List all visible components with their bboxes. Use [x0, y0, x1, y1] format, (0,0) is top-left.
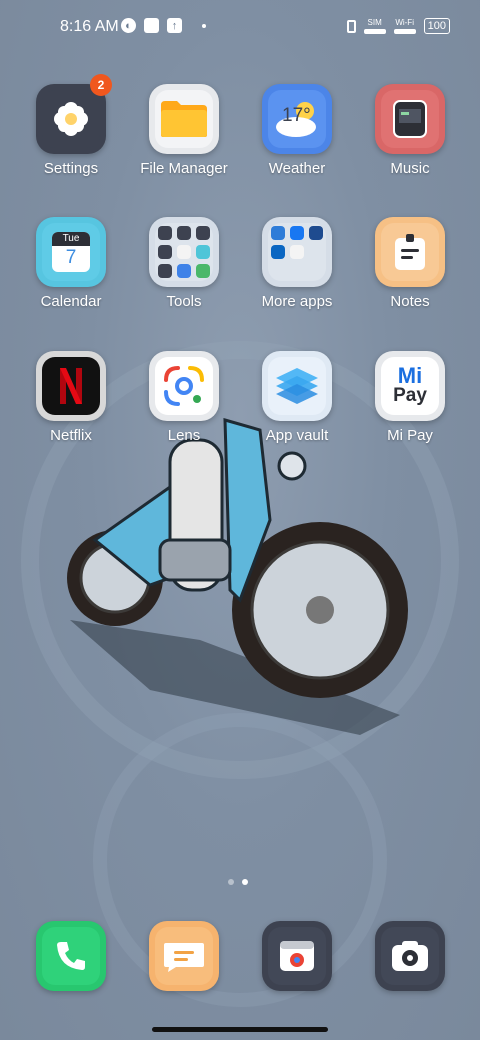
- status-bar: 8:16 AM ◐ ↑ SIM Wi-Fi 100: [0, 0, 480, 56]
- calendar-icon: Tue 7: [36, 217, 106, 287]
- notification-badge: 2: [90, 74, 112, 96]
- app-label: Netflix: [50, 427, 92, 444]
- dock-messages[interactable]: [129, 921, 239, 991]
- app-vault-icon: [262, 351, 332, 421]
- folder-icon: [149, 84, 219, 154]
- system-indicators: SIM Wi-Fi 100: [346, 17, 450, 34]
- camera-icon: [375, 921, 445, 991]
- calendar-date: 7: [65, 247, 77, 268]
- sim-label: SIM: [367, 17, 382, 27]
- dock-browser[interactable]: [242, 921, 352, 991]
- app-label: Music: [390, 160, 430, 177]
- notes-icon: [375, 217, 445, 287]
- netflix-icon: [36, 351, 106, 421]
- mi-pay-icon: Mi Pay: [375, 351, 445, 421]
- tools-folder-icon: [149, 217, 219, 287]
- settings-icon: 2: [36, 74, 112, 154]
- dock-camera[interactable]: [355, 921, 465, 991]
- app-notes[interactable]: Notes: [355, 217, 465, 310]
- app-label: Settings: [43, 160, 99, 177]
- app-label: Tools: [166, 293, 202, 310]
- weather-temperature: 17°: [282, 105, 311, 126]
- wifi-label: Wi-Fi: [395, 17, 414, 27]
- app-label: Calendar: [40, 293, 102, 310]
- app-lens[interactable]: Lens: [129, 351, 239, 444]
- app-netflix[interactable]: Netflix: [16, 351, 126, 444]
- phone-icon: [36, 921, 106, 991]
- google-lens-icon: [149, 351, 219, 421]
- clock: 8:16 AM: [60, 18, 119, 35]
- mi-pay-brand-bottom: Pay: [393, 385, 427, 406]
- vibrate-icon: [346, 19, 356, 33]
- app-label: Mi Pay: [387, 427, 433, 444]
- folder-tools[interactable]: Tools: [129, 217, 239, 310]
- more-notifications-icon: [202, 23, 206, 28]
- sim-signal-icon: SIM: [363, 17, 386, 34]
- app-calendar[interactable]: Tue 7 Calendar: [16, 217, 126, 310]
- folder-more-apps[interactable]: More apps: [242, 217, 352, 310]
- app-label: More apps: [261, 293, 333, 310]
- notification-square-icon: [144, 18, 159, 33]
- wifi-signal-icon: Wi-Fi: [393, 17, 416, 34]
- app-app-vault[interactable]: App vault: [242, 351, 352, 444]
- page-indicator[interactable]: [228, 879, 248, 885]
- app-file-manager[interactable]: File Manager: [129, 84, 239, 177]
- app-weather[interactable]: 17° Weather: [242, 84, 352, 177]
- mi-pay-brand-top: Mi: [397, 363, 423, 388]
- notification-icons: ◐ ↑: [121, 18, 206, 33]
- page-dot-2[interactable]: [242, 879, 248, 885]
- app-label: Weather: [268, 160, 326, 177]
- music-icon: [375, 84, 445, 154]
- app-label: Lens: [167, 427, 201, 444]
- app-label: File Manager: [140, 160, 228, 177]
- app-mi-pay[interactable]: Mi Pay Mi Pay: [355, 351, 465, 444]
- vpn-icon: ◐: [121, 18, 136, 33]
- messages-icon: [149, 921, 219, 991]
- browser-icon: [262, 921, 332, 991]
- app-settings[interactable]: 2 Settings: [16, 74, 126, 177]
- page-dot-1[interactable]: [228, 879, 234, 885]
- calendar-day: Tue: [52, 232, 90, 246]
- app-label: App vault: [265, 427, 329, 444]
- home-gesture-bar[interactable]: [152, 1027, 328, 1032]
- upload-icon: ↑: [167, 18, 182, 33]
- dock-phone[interactable]: [16, 921, 126, 991]
- weather-icon: 17°: [262, 84, 332, 154]
- app-label: Notes: [390, 293, 430, 310]
- more-apps-folder-icon: [262, 217, 332, 287]
- app-music[interactable]: Music: [355, 84, 465, 177]
- battery-icon: 100: [423, 18, 450, 34]
